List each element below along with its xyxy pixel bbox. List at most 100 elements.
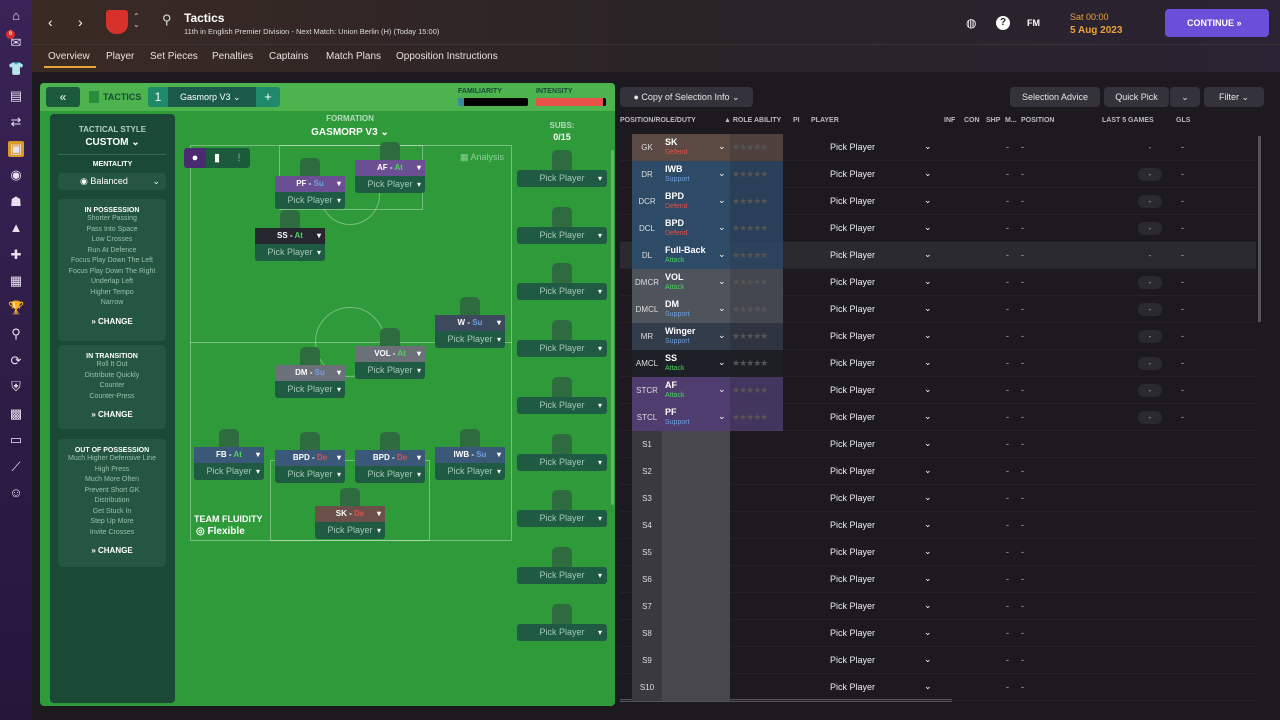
position-card-ss[interactable]: SS - AtPick Player [255, 228, 325, 261]
table-row[interactable]: S4 Pick Player ⌄ - - [620, 512, 1256, 539]
pick-player-select[interactable]: Pick Player [275, 466, 345, 483]
position-card-vol[interactable]: VOL - AtPick Player [355, 346, 425, 379]
transfers-icon[interactable]: ⇄ [8, 114, 24, 130]
chevron-down-icon[interactable]: ⌄ [924, 411, 932, 422]
selection-advice-button[interactable]: Selection Advice [1010, 87, 1100, 107]
staff-icon[interactable]: ☗ [8, 194, 24, 210]
role-duty-select[interactable]: BPD - De [355, 450, 425, 466]
pick-player-select[interactable]: Pick Player [830, 493, 875, 503]
pick-player-select[interactable]: Pick Player [830, 223, 875, 233]
chevron-down-icon[interactable]: ⌄ [924, 303, 932, 314]
chevron-down-icon[interactable]: ⌄ [924, 681, 932, 692]
chevron-down-icon[interactable]: ⌄ [924, 330, 932, 341]
sub-pick-player-select[interactable]: Pick Player [517, 396, 607, 414]
role-select[interactable] [662, 485, 730, 512]
pick-player-select[interactable]: Pick Player [275, 192, 345, 209]
scouting-icon[interactable]: ⚲ [8, 326, 24, 342]
position-card-fb[interactable]: FB - AtPick Player [194, 447, 264, 480]
table-row[interactable]: S3 Pick Player ⌄ - - [620, 485, 1256, 512]
pick-player-select[interactable]: Pick Player [255, 244, 325, 261]
squad-icon[interactable]: 👕 [8, 61, 24, 77]
chevron-down-icon[interactable]: ⌄ [718, 384, 726, 395]
tactical-style-select[interactable]: CUSTOM ⌄ [50, 137, 175, 148]
pick-player-select[interactable]: Pick Player [315, 522, 385, 539]
role-select[interactable]: BPD Defend ⌄ [662, 188, 730, 215]
pick-player-select[interactable]: Pick Player [830, 385, 875, 395]
chevron-down-icon[interactable]: ⌄ [718, 411, 726, 422]
position-card-pf[interactable]: PF - SuPick Player [275, 176, 345, 209]
home-icon[interactable]: ⌂ [8, 8, 24, 24]
recruitment-icon[interactable]: ⟳ [8, 353, 24, 369]
chevron-down-icon[interactable]: ⌄ [924, 600, 932, 611]
pick-player-select[interactable]: Pick Player [830, 682, 875, 692]
chevron-down-icon[interactable]: ⌄ [924, 519, 932, 530]
column-header-7[interactable]: M... [1005, 117, 1017, 124]
chevron-down-icon[interactable]: ⌄ [924, 195, 932, 206]
quick-pick-button[interactable]: Quick Pick [1104, 87, 1169, 107]
help-icon[interactable]: ? [996, 16, 1010, 30]
pick-player-select[interactable]: Pick Player [830, 304, 875, 314]
role-select[interactable]: PF Support ⌄ [662, 404, 730, 431]
chevron-down-icon[interactable]: ⌄ [924, 654, 932, 665]
chevron-down-icon[interactable]: ⌄ [718, 330, 726, 341]
chevron-down-icon[interactable]: ⌄ [718, 357, 726, 368]
chevron-down-icon[interactable]: ⌄ [924, 249, 932, 260]
dev-centre-icon[interactable]: ⟋ [8, 459, 24, 475]
column-header-3[interactable]: PLAYER [811, 117, 839, 124]
pick-player-select[interactable]: Pick Player [830, 250, 875, 260]
competitions-icon[interactable]: 🏆 [8, 300, 24, 316]
role-duty-select[interactable]: VOL - At [355, 346, 425, 362]
column-header-0[interactable]: POSITION/ROLE/DUTY [620, 117, 696, 124]
sub-pick-player-select[interactable]: Pick Player [517, 283, 607, 301]
pick-player-select[interactable]: Pick Player [830, 331, 875, 341]
continue-button[interactable]: CONTINUE » [1165, 9, 1269, 37]
tab-overview[interactable]: Overview [48, 51, 90, 62]
role-select[interactable] [662, 593, 730, 620]
tab-captains[interactable]: Captains [269, 51, 308, 62]
table-row[interactable]: DMCR VOL Attack ⌄ ★★★★★ Pick Player ⌄ - - - - [620, 269, 1256, 296]
role-duty-select[interactable]: AF - At [355, 160, 425, 176]
table-row[interactable]: S7 Pick Player ⌄ - - [620, 593, 1256, 620]
position-card-bpd[interactable]: BPD - DePick Player [275, 450, 345, 483]
change-button[interactable]: » CHANGE [58, 546, 166, 555]
analysis-button[interactable]: ▦ Analysis [460, 152, 504, 163]
chevron-down-icon[interactable]: ⌄ [924, 168, 932, 179]
medical-icon[interactable]: ✚ [8, 247, 24, 263]
chevron-down-icon[interactable]: ⌄ [718, 249, 726, 260]
fm-menu[interactable]: FM [1027, 18, 1040, 28]
tab-penalties[interactable]: Penalties [212, 51, 253, 62]
column-header-8[interactable]: POSITION [1021, 117, 1054, 124]
role-select[interactable]: AF Attack ⌄ [662, 377, 730, 404]
pick-player-select[interactable]: Pick Player [830, 547, 875, 557]
chevron-down-icon[interactable]: ⌄ [924, 276, 932, 287]
role-select[interactable] [662, 539, 730, 566]
notes-icon[interactable]: ▤ [8, 88, 24, 104]
familiarity-bar[interactable] [458, 98, 528, 106]
table-row[interactable]: S10 Pick Player ⌄ - - [620, 674, 1256, 701]
column-header-10[interactable]: GLS [1176, 117, 1190, 124]
club-switch-icon[interactable]: ⌃ ⌄ [133, 13, 140, 29]
column-header-2[interactable]: PI [793, 117, 800, 124]
pick-player-select[interactable]: Pick Player [355, 176, 425, 193]
sub-pick-player-select[interactable]: Pick Player [517, 623, 607, 641]
table-row[interactable]: STCL PF Support ⌄ ★★★★★ Pick Player ⌄ - - - - [620, 404, 1256, 431]
tab-player[interactable]: Player [106, 51, 134, 62]
player-view-icon[interactable]: ● [184, 148, 206, 168]
club-info-icon[interactable]: ⛨ [8, 379, 24, 395]
table-row[interactable]: MR Winger Support ⌄ ★★★★★ Pick Player ⌄ - - - - [620, 323, 1256, 350]
stats-view-icon[interactable]: ▮ [206, 148, 228, 168]
table-row[interactable]: GK SK Defend ⌄ ★★★★★ Pick Player ⌄ - - - - [620, 134, 1256, 161]
role-duty-select[interactable]: PF - Su [275, 176, 345, 192]
role-select[interactable] [662, 647, 730, 674]
pick-player-select[interactable]: Pick Player [830, 628, 875, 638]
chevron-down-icon[interactable]: ⌄ [924, 492, 932, 503]
club-badge[interactable] [106, 10, 128, 34]
role-duty-select[interactable]: W - Su [435, 315, 505, 331]
column-header-6[interactable]: SHP [986, 117, 1000, 124]
filter-button[interactable]: Filter ⌄ [1204, 87, 1264, 107]
role-select[interactable] [662, 512, 730, 539]
table-row[interactable]: DMCL DM Support ⌄ ★★★★★ Pick Player ⌄ - - - - [620, 296, 1256, 323]
position-card-sk[interactable]: SK - DePick Player [315, 506, 385, 539]
chevron-down-icon[interactable]: ⌄ [718, 303, 726, 314]
table-row[interactable]: STCR AF Attack ⌄ ★★★★★ Pick Player ⌄ - - - - [620, 377, 1256, 404]
